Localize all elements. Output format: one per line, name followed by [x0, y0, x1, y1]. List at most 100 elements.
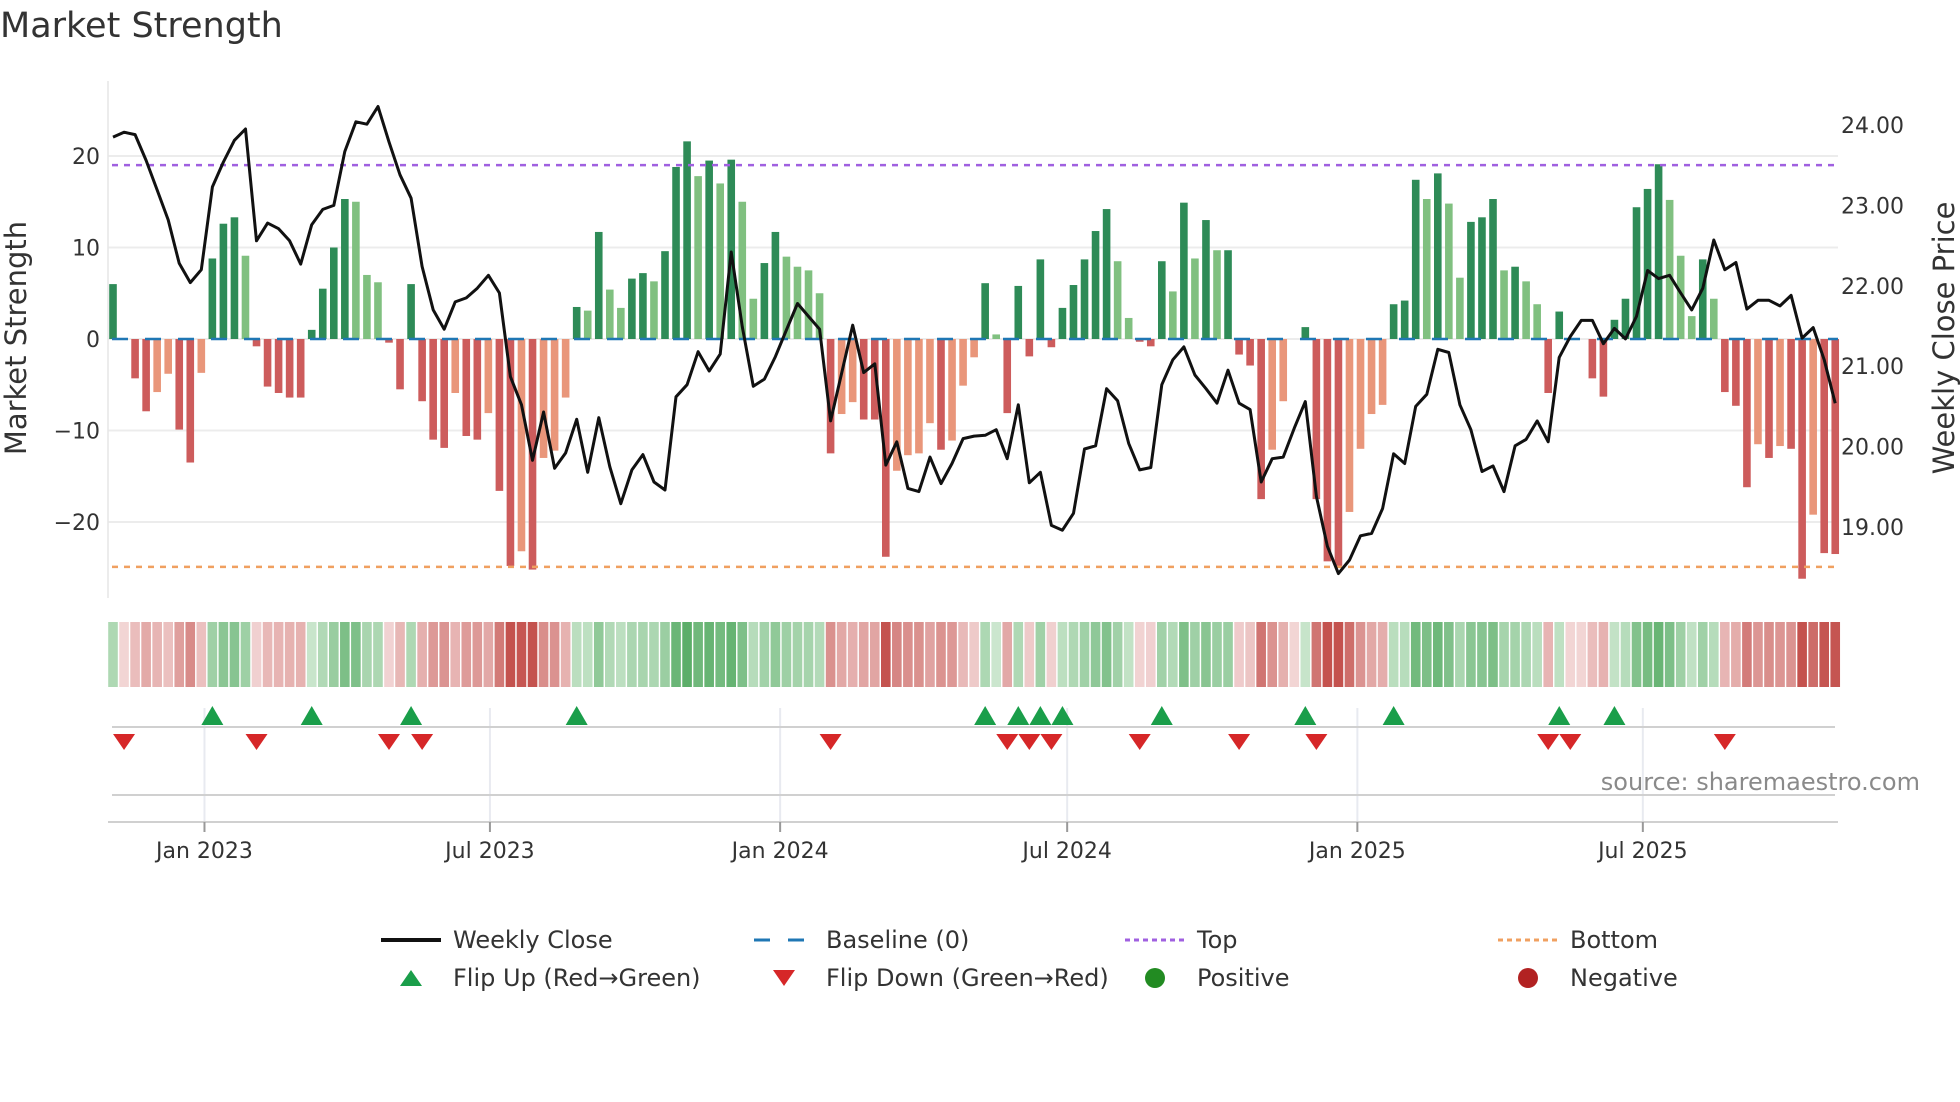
flip-down-marker: [819, 734, 842, 750]
heat-cell: [1686, 622, 1697, 687]
heat-cell: [770, 622, 781, 687]
heat-cell: [494, 622, 505, 687]
heat-cell: [1145, 622, 1156, 687]
heat-cell: [428, 622, 438, 687]
strength-bar: [109, 284, 117, 339]
strength-bar: [241, 255, 250, 339]
heat-cell: [560, 622, 571, 687]
strength-bar: [142, 339, 150, 412]
flip-down-marker: [1128, 734, 1151, 750]
heat-cell: [406, 622, 416, 687]
strength-bar: [749, 298, 758, 339]
line-swatch-icon: [381, 930, 441, 950]
heat-cell: [295, 622, 306, 687]
heat-cell: [748, 622, 759, 687]
strength-bar: [1411, 179, 1420, 339]
strength-bar: [606, 289, 614, 339]
heat-cell: [1808, 622, 1818, 687]
heat-cell: [892, 622, 902, 687]
heat-cell: [1675, 622, 1686, 687]
right-axis-ticks: 24.00 23.00 22.00 21.00 20.00 19.00: [1841, 114, 1904, 541]
heat-cell: [1587, 622, 1598, 687]
heat-cell: [803, 622, 814, 687]
heat-cell: [881, 622, 891, 687]
right-tick-label: 22.00: [1841, 275, 1904, 300]
dotted-line-swatch-icon: [1498, 930, 1558, 950]
strength-bar: [1489, 199, 1497, 339]
legend-item-weekly-close: Weekly Close: [381, 922, 613, 958]
strength-bar: [1511, 266, 1519, 339]
heat-cell: [174, 622, 185, 687]
strength-bar: [1180, 202, 1188, 339]
heat-cell: [1134, 622, 1145, 687]
heat-cell: [1289, 622, 1300, 687]
legend-item-positive: Positive: [1125, 960, 1290, 996]
heat-cell: [251, 622, 262, 687]
legend-item-flip-down: Flip Down (Green→Red): [754, 960, 1109, 996]
strength-bar: [572, 306, 581, 339]
heat-cell: [273, 622, 284, 687]
heat-cell: [152, 622, 162, 687]
strength-bar: [307, 329, 316, 339]
heat-cell: [1598, 622, 1609, 687]
strength-bar: [1643, 188, 1652, 339]
strength-bar: [1080, 259, 1089, 339]
heat-cell: [1002, 622, 1013, 687]
heat-cell: [627, 622, 637, 687]
heat-cell: [671, 622, 681, 687]
strength-bar: [1191, 258, 1199, 339]
flip-down-marker: [411, 734, 434, 750]
strength-bar: [915, 339, 923, 454]
strength-bar: [1158, 261, 1166, 339]
strength-bar: [296, 339, 305, 398]
legend-label: Top: [1197, 926, 1238, 954]
strength-bar: [1202, 220, 1210, 339]
heat-cell: [660, 622, 670, 687]
flip-down-marker: [113, 734, 136, 750]
heat-cell: [903, 622, 913, 687]
heat-cell: [1753, 622, 1763, 687]
heat-cell: [1366, 622, 1377, 687]
strength-bar: [175, 339, 184, 430]
heat-cell: [571, 622, 582, 687]
legend-item-baseline: Baseline (0): [754, 922, 969, 958]
heat-cell: [1190, 622, 1200, 687]
flip-down-marker: [1305, 734, 1328, 750]
strength-bar: [285, 339, 294, 398]
right-tick-label: 20.00: [1841, 436, 1904, 461]
strength-bar: [550, 339, 559, 451]
dotted-line-swatch-icon: [1125, 930, 1185, 950]
heat-cell: [958, 622, 968, 687]
right-tick-label: 19.00: [1841, 516, 1904, 541]
heat-cell: [527, 622, 538, 687]
heat-cell: [1709, 622, 1719, 687]
x-tick-label: Jan 2025: [1307, 839, 1406, 864]
heat-cell: [759, 622, 770, 687]
heat-cell: [1399, 622, 1410, 687]
legend-label: Positive: [1197, 964, 1290, 992]
heat-cell: [947, 622, 957, 687]
strength-bar: [1356, 339, 1365, 449]
heat-cell: [1212, 622, 1222, 687]
strength-bar: [1334, 339, 1343, 566]
heat-cell: [1521, 622, 1531, 687]
heat-cell: [1201, 622, 1211, 687]
strength-bar: [186, 339, 195, 463]
strength-bar: [440, 339, 448, 448]
flip-up-marker: [1029, 706, 1052, 725]
x-axis-ticks: Jan 2023 Jul 2023 Jan 2024 Jul 2024 Jan 2025…: [154, 822, 1688, 864]
strength-bar: [495, 339, 504, 491]
strength-bar: [617, 307, 625, 339]
heat-cell: [306, 622, 317, 687]
strength-bar: [274, 339, 283, 393]
flip-down-marker: [1713, 734, 1736, 750]
x-tick-label: Jan 2024: [730, 839, 829, 864]
strength-bar: [1654, 164, 1663, 339]
circle-green-icon: [1125, 968, 1185, 988]
strength-bar: [1588, 339, 1597, 379]
heat-cell: [229, 622, 240, 687]
strength-bar: [1400, 300, 1409, 339]
strength-bar: [948, 339, 956, 441]
heat-cell: [715, 622, 725, 687]
heat-cell: [1576, 622, 1587, 687]
